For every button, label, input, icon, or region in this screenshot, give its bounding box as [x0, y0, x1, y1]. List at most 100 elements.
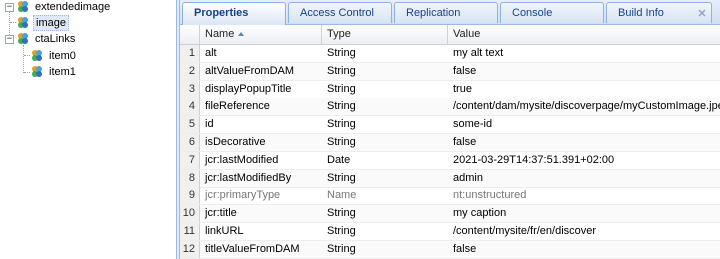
- tab-console[interactable]: Console: [500, 2, 604, 23]
- table-row[interactable]: 7 jcr:lastModified Date 2021-03-29T14:37:51…: [180, 151, 720, 170]
- property-name-cell[interactable]: displayPopupTitle: [200, 81, 322, 98]
- node-icon: [18, 17, 28, 28]
- property-name-cell[interactable]: isDecorative: [200, 134, 322, 151]
- table-row[interactable]: 9 jcr:primaryType Name nt:unstructured: [180, 187, 720, 206]
- node-icon: [32, 50, 42, 61]
- column-header-name[interactable]: Name: [200, 25, 322, 45]
- column-header-type[interactable]: Type: [322, 25, 448, 45]
- property-value-cell[interactable]: true: [448, 81, 720, 98]
- property-type-cell[interactable]: String: [322, 45, 448, 62]
- tree-node-label: item0: [49, 50, 76, 62]
- row-number: 4: [180, 98, 200, 116]
- tab-label: Console: [512, 7, 553, 19]
- tree-node-ctalinks[interactable]: ctaLinks: [16, 31, 77, 47]
- property-name-cell[interactable]: linkURL: [200, 223, 322, 240]
- tree-panel: − extendedimage image − ctaLinks item0 i…: [0, 0, 176, 259]
- tab-label: Build Info: [618, 7, 664, 19]
- row-number: 8: [180, 169, 200, 187]
- property-type-cell[interactable]: String: [322, 98, 448, 115]
- node-icon: [18, 1, 28, 12]
- property-type-cell[interactable]: String: [322, 170, 448, 187]
- tab-replication[interactable]: Replication: [394, 2, 498, 23]
- table-row[interactable]: 2 altValueFromDAM String false: [180, 62, 720, 81]
- row-number: 10: [180, 205, 200, 223]
- tree-node-extendedimage[interactable]: extendedimage: [2, 0, 112, 15]
- tree-node-label: image: [33, 15, 69, 31]
- property-type-cell[interactable]: String: [322, 223, 448, 240]
- tree-node-item0[interactable]: item0: [30, 48, 78, 64]
- table-row[interactable]: 11 linkURL String/content/mysite/fr/en/dis…: [180, 223, 720, 241]
- property-value-cell[interactable]: some-id: [448, 116, 720, 133]
- property-name-cell[interactable]: titleValueFromDAM: [200, 241, 322, 258]
- table-row[interactable]: 4 fileReference String/content/dam/mysite/…: [180, 98, 720, 117]
- tab-label: Replication: [406, 7, 461, 19]
- property-type-cell[interactable]: String: [322, 134, 448, 151]
- column-label: Name: [205, 28, 235, 40]
- property-type-cell[interactable]: Name: [322, 187, 448, 204]
- node-icon: [18, 33, 28, 44]
- tab-label: Properties: [194, 7, 249, 19]
- header-rownum: [180, 25, 200, 45]
- row-number: 12: [180, 240, 200, 258]
- property-value-cell[interactable]: my caption: [448, 205, 720, 222]
- grid-body: 1 alt String my alt text 2 altValueFromDAM Str…: [180, 45, 720, 259]
- property-type-cell[interactable]: Date: [322, 152, 448, 169]
- table-row[interactable]: 1 alt String my alt text: [180, 45, 720, 63]
- property-value-cell[interactable]: my alt text: [448, 45, 720, 62]
- tree-node-item1[interactable]: item1: [30, 64, 78, 80]
- tree-node-label: extendedimage: [35, 1, 111, 13]
- column-header-value[interactable]: Value: [448, 25, 720, 45]
- tree-node-label: item1: [49, 66, 76, 78]
- row-number: 7: [180, 151, 200, 169]
- table-row[interactable]: 10 jcr:title String my caption: [180, 205, 720, 224]
- row-number: 11: [180, 223, 200, 240]
- tab-label: Access Control: [300, 7, 374, 19]
- property-value-cell[interactable]: /content/mysite/fr/en/discover: [448, 223, 720, 240]
- tab-access-control[interactable]: Access Control: [288, 2, 392, 23]
- tree-node-label: ctaLinks: [35, 33, 76, 45]
- row-number: 9: [180, 187, 200, 205]
- property-name-cell[interactable]: jcr:lastModifiedBy: [200, 170, 322, 187]
- property-name-cell[interactable]: jcr:primaryType: [200, 187, 322, 204]
- row-number: 3: [180, 80, 200, 98]
- property-value-cell[interactable]: admin: [448, 170, 720, 187]
- table-row[interactable]: 5 id String some-id: [180, 116, 720, 135]
- property-value-cell[interactable]: /content/dam/mysite/discoverpage/myCusto…: [448, 98, 720, 115]
- property-name-cell[interactable]: alt: [200, 45, 322, 62]
- tab-strip: Properties Access Control Replication Co…: [180, 0, 720, 25]
- close-icon[interactable]: [696, 7, 708, 19]
- tab-properties[interactable]: Properties: [182, 2, 286, 25]
- property-type-cell[interactable]: String: [322, 63, 448, 80]
- table-row[interactable]: 12 titleValueFromDAM String false: [180, 240, 720, 259]
- property-name-cell[interactable]: altValueFromDAM: [200, 63, 322, 80]
- property-name-cell[interactable]: jcr:title: [200, 205, 322, 222]
- property-name-cell[interactable]: id: [200, 116, 322, 133]
- property-value-cell[interactable]: false: [448, 63, 720, 80]
- tree-node-image[interactable]: image: [16, 15, 69, 31]
- row-number: 6: [180, 134, 200, 151]
- collapse-toggle[interactable]: −: [5, 35, 14, 44]
- row-number: 2: [180, 62, 200, 80]
- sort-ascending-icon: [238, 32, 245, 36]
- column-label: Type: [327, 28, 351, 40]
- node-icon: [32, 66, 42, 77]
- row-number: 1: [180, 45, 200, 62]
- property-type-cell[interactable]: String: [322, 205, 448, 222]
- property-value-cell[interactable]: false: [448, 134, 720, 151]
- property-value-cell[interactable]: 2021-03-29T14:37:51.391+02:00: [448, 152, 720, 169]
- grid-header: Name Type Value: [180, 25, 720, 45]
- tab-build-info[interactable]: Build Info: [606, 2, 712, 23]
- property-type-cell[interactable]: String: [322, 81, 448, 98]
- column-label: Value: [453, 28, 481, 40]
- property-type-cell[interactable]: String: [322, 241, 448, 258]
- property-name-cell[interactable]: jcr:lastModified: [200, 152, 322, 169]
- property-value-cell[interactable]: false: [448, 241, 720, 258]
- table-row[interactable]: 3 displayPopupTitle String true: [180, 80, 720, 99]
- property-name-cell[interactable]: fileReference: [200, 98, 322, 115]
- table-row[interactable]: 8 jcr:lastModifiedBy String admin: [180, 169, 720, 188]
- row-number: 5: [180, 116, 200, 134]
- tree-connector: [23, 45, 24, 73]
- property-value-cell[interactable]: nt:unstructured: [448, 187, 720, 204]
- table-row[interactable]: 6 isDecorative String false: [180, 134, 720, 152]
- property-type-cell[interactable]: String: [322, 116, 448, 133]
